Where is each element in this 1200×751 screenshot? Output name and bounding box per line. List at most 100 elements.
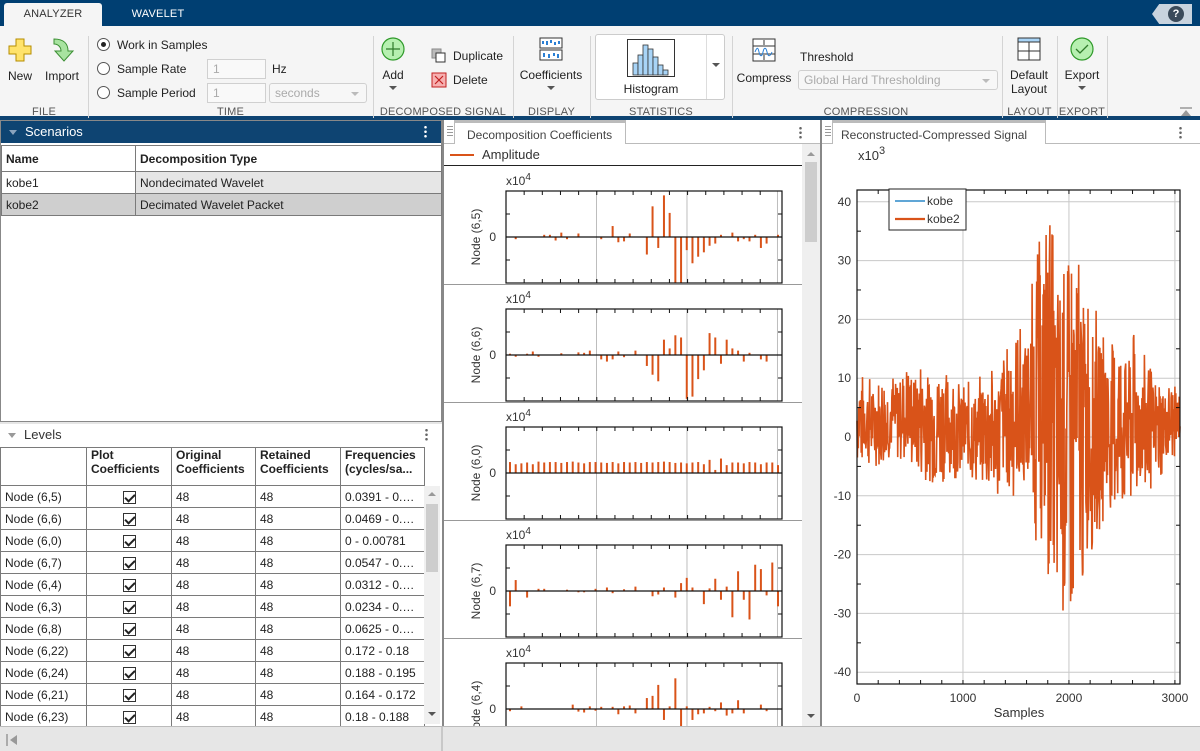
coefficient-axes[interactable]: x104 0 Node (6,0) [444, 403, 802, 521]
import-button[interactable]: Import [42, 36, 82, 83]
scenario-name[interactable]: kobe2 [1, 193, 136, 216]
scroll-down-icon[interactable] [428, 712, 436, 716]
table-row[interactable]: Node (6,22) 48 48 0.172 - 0.18 [0, 639, 425, 662]
tab-wavelet[interactable]: WAVELET [112, 3, 204, 26]
plot-coefficients-checkbox[interactable] [122, 666, 136, 680]
add-label: Add [382, 68, 404, 82]
node-name: Node (6,7) [0, 551, 87, 574]
y-tick-label: 30 [838, 254, 852, 268]
coefficients-scrollbar-thumb[interactable] [805, 162, 817, 242]
sample-period-unit-dropdown[interactable]: seconds [269, 83, 367, 103]
delete-button[interactable]: Delete [431, 72, 506, 90]
table-row[interactable]: kobe1 Nondecimated Wavelet [1, 171, 442, 194]
column-header-name[interactable]: Name [1, 145, 136, 172]
default-layout-button[interactable]: Default Layout [1004, 36, 1054, 96]
retained-coefficients: 48 [255, 507, 341, 530]
tab-reconstructed-compressed-signal[interactable]: Reconstructed-Compressed Signal [832, 120, 1046, 144]
table-row[interactable]: Node (6,5) 48 48 0.0391 - 0.04... [0, 485, 425, 508]
plot-coefficients-cell [86, 683, 172, 706]
export-button[interactable]: Export [1060, 36, 1104, 90]
collapse-toolstrip-button[interactable] [1180, 106, 1192, 116]
sample-rate-radio[interactable] [97, 62, 110, 75]
gallery-expand-button[interactable] [706, 35, 724, 99]
collapse-triangle-icon[interactable] [9, 130, 17, 135]
tab-decomposition-coefficients[interactable]: Decomposition Coefficients [454, 120, 626, 144]
table-row[interactable]: Node (6,8) 48 48 0.0625 - 0.07... [0, 617, 425, 640]
drag-handle-icon[interactable] [825, 126, 831, 136]
scroll-down-icon[interactable] [807, 714, 815, 718]
table-row[interactable]: Node (6,7) 48 48 0.0547 - 0.06... [0, 551, 425, 574]
plot-coefficients-checkbox[interactable] [122, 556, 136, 570]
drag-handle-icon[interactable] [447, 126, 453, 136]
column-header-decomposition-type[interactable]: Decomposition Type [135, 145, 442, 172]
scenario-name[interactable]: kobe1 [1, 171, 136, 194]
scroll-up-icon[interactable] [807, 152, 815, 156]
work-in-samples-radio[interactable] [97, 38, 110, 51]
scroll-up-icon[interactable] [428, 492, 436, 496]
tab-analyzer[interactable]: ANALYZER [4, 3, 102, 26]
sample-period-input[interactable]: 1 [207, 83, 266, 103]
plot-coefficients-checkbox[interactable] [122, 688, 136, 702]
coefficient-axes[interactable]: x104 0 Node (6,4) [444, 639, 802, 726]
compress-button[interactable]: Compress [736, 38, 792, 85]
column-header-frequencies[interactable]: Frequencies (cycles/sa... [340, 447, 425, 486]
duplicate-label: Duplicate [453, 49, 504, 63]
table-row[interactable]: Node (6,21) 48 48 0.164 - 0.172 [0, 683, 425, 706]
collapse-triangle-icon[interactable] [8, 433, 16, 438]
time-group-label: TIME [216, 106, 245, 118]
import-label: Import [44, 69, 79, 83]
coefficient-axes[interactable]: x104 0 Node (6,6) [444, 285, 802, 403]
sample-period-radio[interactable] [97, 86, 110, 99]
table-row[interactable]: Node (6,24) 48 48 0.188 - 0.195 [0, 661, 425, 684]
plot-coefficients-checkbox[interactable] [122, 622, 136, 636]
sample-rate-input[interactable]: 1 [207, 59, 266, 79]
plot-coefficients-checkbox[interactable] [122, 534, 136, 548]
exponent-power: 4 [525, 644, 531, 655]
retained-coefficients: 48 [255, 551, 341, 574]
decomposition-menu-icon[interactable] [799, 126, 802, 139]
table-row-selected[interactable]: kobe2 Decimated Wavelet Packet [1, 193, 442, 216]
coefficient-axes[interactable]: x104 0 Node (6,5) [444, 167, 802, 285]
reconstructed-signal-panel: Reconstructed-Compressed Signal x103 0 10… [820, 120, 1200, 726]
column-header-node[interactable] [0, 447, 87, 486]
reconstructed-signal-chart[interactable]: x103 0 1000 2000 3000-40-30-20-10010203040 … [822, 144, 1200, 726]
table-row[interactable]: Node (6,3) 48 48 0.0234 - 0.03... [0, 595, 425, 618]
y-exponent-label: x104 [506, 290, 531, 306]
coefficients-button[interactable]: Coefficients [518, 36, 584, 90]
add-button[interactable]: Add [378, 36, 408, 90]
table-row[interactable]: Node (6,23) 48 48 0.18 - 0.188 [0, 705, 425, 728]
levels-scrollbar[interactable] [424, 486, 440, 724]
y-tick-label: 10 [838, 371, 852, 385]
retained-coefficients: 48 [255, 485, 341, 508]
help-button[interactable]: ? [1152, 4, 1192, 24]
plot-coefficients-checkbox[interactable] [122, 490, 136, 504]
column-header-plot-coefficients[interactable]: Plot Coefficients [86, 447, 172, 486]
retained-coefficients: 48 [255, 573, 341, 596]
column-header-retained-coefficients[interactable]: Retained Coefficients [255, 447, 341, 486]
scenarios-menu-icon[interactable] [424, 125, 427, 138]
plot-coefficients-checkbox[interactable] [122, 600, 136, 614]
plot-coefficients-checkbox[interactable] [122, 710, 136, 724]
plot-coefficients-cell [86, 485, 172, 508]
threshold-method-dropdown[interactable]: Global Hard Thresholding [798, 70, 998, 90]
new-button[interactable]: New [4, 36, 36, 83]
sample-rate-label: Sample Rate [117, 62, 187, 76]
levels-menu-icon[interactable] [425, 428, 428, 441]
table-row[interactable]: Node (6,6) 48 48 0.0469 - 0.05... [0, 507, 425, 530]
plot-coefficients-cell [86, 573, 172, 596]
levels-scrollbar-thumb[interactable] [426, 504, 438, 572]
reconstructed-menu-icon[interactable] [1179, 126, 1182, 139]
duplicate-button[interactable]: Duplicate [431, 48, 506, 66]
scenarios-header: Scenarios [1, 121, 441, 143]
plot-coefficients-checkbox[interactable] [122, 512, 136, 526]
plot-coefficients-checkbox[interactable] [122, 578, 136, 592]
coefficient-axes[interactable]: x104 0 Node (6,7) [444, 521, 802, 639]
table-row[interactable]: Node (6,4) 48 48 0.0312 - 0.03... [0, 573, 425, 596]
plot-coefficients-checkbox[interactable] [122, 644, 136, 658]
column-header-original-coefficients[interactable]: Original Coefficients [171, 447, 256, 486]
table-row[interactable]: Node (6,0) 48 48 0 - 0.00781 [0, 529, 425, 552]
collapse-left-icon[interactable] [6, 734, 18, 746]
histogram-button[interactable]: Histogram [596, 39, 706, 96]
default-layout-label-line2: Layout [1010, 82, 1048, 96]
coefficients-scrollbar[interactable] [802, 144, 820, 726]
